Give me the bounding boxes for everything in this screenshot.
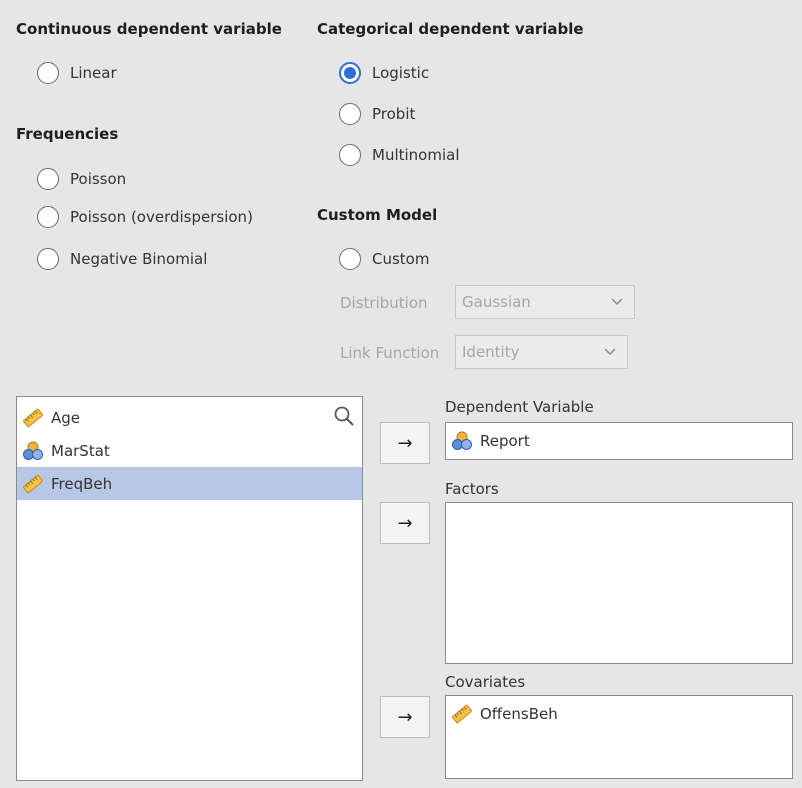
dependent-variable-value: Report xyxy=(480,432,530,450)
dependent-variable-box[interactable]: Report xyxy=(445,422,793,460)
variable-item-marstat[interactable]: MarStat xyxy=(17,434,362,467)
custom-option[interactable]: Custom xyxy=(339,248,429,270)
multinomial-radio[interactable] xyxy=(339,144,361,166)
probit-option[interactable]: Probit xyxy=(339,103,415,125)
custom-label: Custom xyxy=(372,250,430,268)
arrow-right-icon: → xyxy=(397,512,413,534)
poisson-overdispersion-radio[interactable] xyxy=(37,206,59,228)
continuous-icon xyxy=(452,704,472,724)
distribution-select[interactable]: Gaussian xyxy=(455,285,635,319)
linear-label: Linear xyxy=(70,64,117,82)
multinomial-label: Multinomial xyxy=(372,146,460,164)
distribution-label: Distribution xyxy=(340,294,428,312)
logistic-label: Logistic xyxy=(372,64,430,82)
covariate-name: OffensBeh xyxy=(480,705,558,723)
logistic-radio[interactable] xyxy=(339,62,361,84)
continuous-heading: Continuous dependent variable xyxy=(16,20,282,38)
dependent-variable-label: Dependent Variable xyxy=(445,398,594,416)
covariates-label: Covariates xyxy=(445,673,526,691)
factors-label: Factors xyxy=(445,480,499,498)
link-function-value: Identity xyxy=(462,343,520,361)
chevron-down-icon xyxy=(611,298,623,306)
arrow-right-icon: → xyxy=(397,706,413,728)
factors-box[interactable] xyxy=(445,502,793,664)
variable-item-age[interactable]: Age xyxy=(17,401,362,434)
poisson-overdispersion-option[interactable]: Poisson (overdispersion) xyxy=(37,206,253,228)
probit-label: Probit xyxy=(372,105,416,123)
multinomial-option[interactable]: Multinomial xyxy=(339,144,460,166)
move-to-dependent-button[interactable]: → xyxy=(380,422,430,464)
logistic-option[interactable]: Logistic xyxy=(339,62,429,84)
variable-name: FreqBeh xyxy=(51,474,113,493)
negative-binomial-radio[interactable] xyxy=(37,248,59,270)
variables-list[interactable]: Age MarStat FreqBeh xyxy=(16,396,363,781)
chevron-down-icon xyxy=(604,348,616,356)
continuous-icon xyxy=(23,474,43,494)
variable-name: MarStat xyxy=(51,441,110,460)
poisson-option[interactable]: Poisson xyxy=(37,168,126,190)
link-function-select[interactable]: Identity xyxy=(455,335,628,369)
probit-radio[interactable] xyxy=(339,103,361,125)
categorical-heading: Categorical dependent variable xyxy=(317,20,584,38)
poisson-overdispersion-label: Poisson (overdispersion) xyxy=(70,208,253,226)
negative-binomial-option[interactable]: Negative Binomial xyxy=(37,248,207,270)
continuous-icon xyxy=(23,408,43,428)
nominal-icon xyxy=(452,431,472,451)
arrow-right-icon: → xyxy=(397,432,413,454)
link-function-label: Link Function xyxy=(340,344,440,362)
variable-name: Age xyxy=(51,408,81,427)
move-to-factors-button[interactable]: → xyxy=(380,502,430,544)
covariates-box[interactable]: OffensBeh xyxy=(445,695,793,779)
frequencies-heading: Frequencies xyxy=(16,125,119,143)
move-to-covariates-button[interactable]: → xyxy=(380,696,430,738)
custom-model-heading: Custom Model xyxy=(317,206,438,224)
dependent-variable-item[interactable]: Report xyxy=(446,423,792,459)
linear-radio[interactable] xyxy=(37,62,59,84)
linear-option[interactable]: Linear xyxy=(37,62,117,84)
negative-binomial-label: Negative Binomial xyxy=(70,250,208,268)
distribution-value: Gaussian xyxy=(462,293,531,311)
nominal-icon xyxy=(23,441,43,461)
custom-radio[interactable] xyxy=(339,248,361,270)
poisson-radio[interactable] xyxy=(37,168,59,190)
poisson-label: Poisson xyxy=(70,170,127,188)
variable-item-freqbeh[interactable]: FreqBeh xyxy=(17,467,362,500)
covariate-item[interactable]: OffensBeh xyxy=(446,696,792,732)
